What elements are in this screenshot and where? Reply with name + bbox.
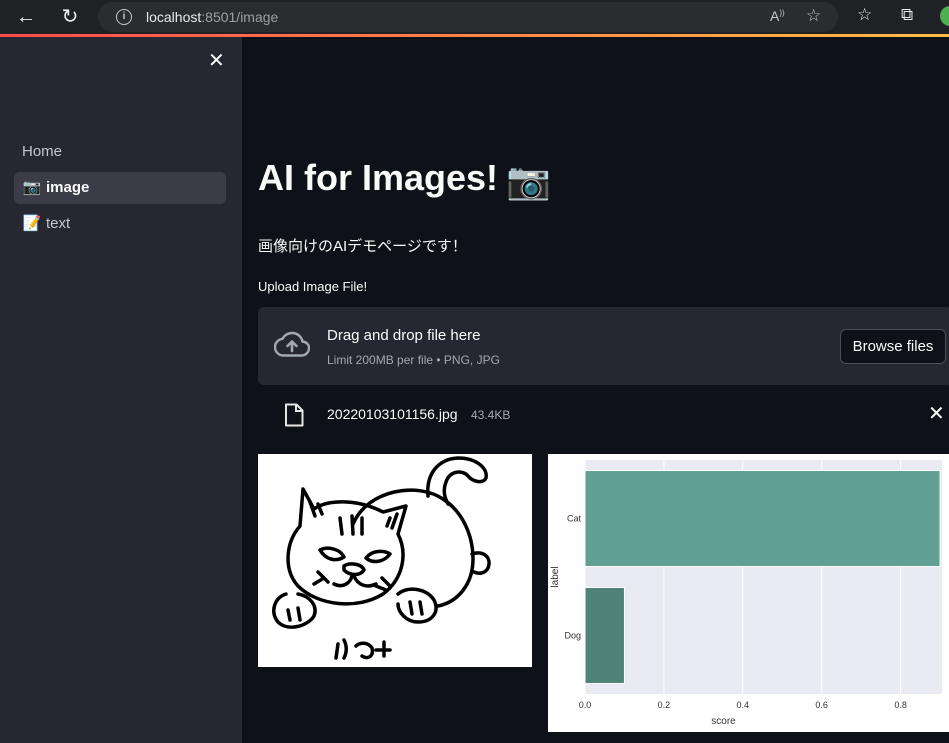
page-subtitle: 画像向けのAIデモページです！ bbox=[258, 238, 467, 255]
x-axis-label: score bbox=[711, 716, 736, 727]
file-size: 43.4KB bbox=[471, 408, 511, 422]
avatar[interactable] bbox=[940, 6, 949, 26]
main-content: AI for Images! 📷 画像向けのAIデモページです！ Upload I… bbox=[242, 37, 949, 743]
camera-icon: 📷 bbox=[22, 179, 42, 196]
dropzone-title: Drag and drop file here bbox=[327, 327, 481, 344]
back-icon[interactable]: ← bbox=[13, 5, 39, 29]
cloud-upload-icon bbox=[274, 331, 310, 357]
remove-file-button[interactable]: ✕ bbox=[928, 402, 945, 426]
bar-cat bbox=[584, 470, 941, 567]
sidebar-item-image[interactable]: 📷 image bbox=[14, 172, 226, 204]
x-tick-label: 0.0 bbox=[579, 700, 592, 710]
upload-label: Upload Image File! bbox=[258, 279, 368, 294]
x-tick-label: 0.8 bbox=[894, 700, 907, 710]
sidebar-item-label: text bbox=[46, 215, 71, 232]
browse-files-button[interactable]: Browse files bbox=[840, 329, 946, 364]
score-chart: 0.0 0.2 0.4 0.6 0.8 Cat Dog score label bbox=[548, 454, 949, 732]
sidebar-item-home[interactable]: Home bbox=[14, 136, 226, 168]
sidebar-item-label: image bbox=[46, 179, 90, 196]
url-text: localhost:8501/image bbox=[146, 9, 278, 25]
url-path: :8501/image bbox=[201, 9, 279, 25]
x-tick-label: 0.2 bbox=[658, 700, 671, 710]
add-favorite-icon[interactable]: ☆ bbox=[806, 6, 821, 26]
page-title-text: AI for Images! bbox=[258, 157, 499, 198]
uploaded-image bbox=[258, 454, 532, 667]
info-icon[interactable]: i bbox=[116, 9, 132, 25]
address-bar[interactable]: i localhost:8501/image A)) ☆ bbox=[98, 2, 838, 32]
memo-icon: 📝 bbox=[22, 215, 42, 232]
dropzone-limit: Limit 200MB per file • PNG, JPG bbox=[327, 353, 500, 367]
cat-drawing bbox=[272, 456, 491, 660]
y-tick-label: Cat bbox=[567, 514, 582, 524]
page-title: AI for Images! 📷 bbox=[258, 157, 551, 202]
reload-icon[interactable]: ↻ bbox=[57, 5, 83, 29]
bar-dog bbox=[584, 587, 625, 684]
favorites-icon[interactable]: ☆ bbox=[857, 5, 872, 25]
sidebar-item-text[interactable]: 📝 text bbox=[14, 208, 226, 240]
file-icon bbox=[285, 403, 304, 427]
x-tick-label: 0.6 bbox=[815, 700, 828, 710]
file-dropzone[interactable]: Drag and drop file here Limit 200MB per … bbox=[258, 307, 949, 385]
sidebar: ✕ Home 📷 image 📝 text bbox=[0, 37, 242, 743]
y-tick-label: Dog bbox=[564, 631, 581, 641]
url-host: localhost bbox=[146, 9, 202, 25]
x-tick-label: 0.4 bbox=[737, 700, 750, 710]
y-axis-label: label bbox=[550, 566, 561, 587]
file-name: 20220103101156.jpg bbox=[327, 406, 458, 422]
close-icon[interactable]: ✕ bbox=[208, 51, 225, 71]
collections-icon[interactable]: ⧉ bbox=[901, 5, 913, 25]
read-aloud-icon[interactable]: A)) bbox=[770, 8, 785, 24]
camera-icon: 📷 bbox=[506, 160, 551, 201]
sidebar-item-label: Home bbox=[22, 143, 63, 160]
uploaded-file: 20220103101156.jpg 43.4KB ✕ bbox=[258, 397, 949, 433]
chart-svg: 0.0 0.2 0.4 0.6 0.8 Cat Dog score label bbox=[550, 460, 942, 727]
browser-toolbar: ← ↻ i localhost:8501/image A)) ☆ ☆ ⧉ bbox=[0, 0, 949, 34]
